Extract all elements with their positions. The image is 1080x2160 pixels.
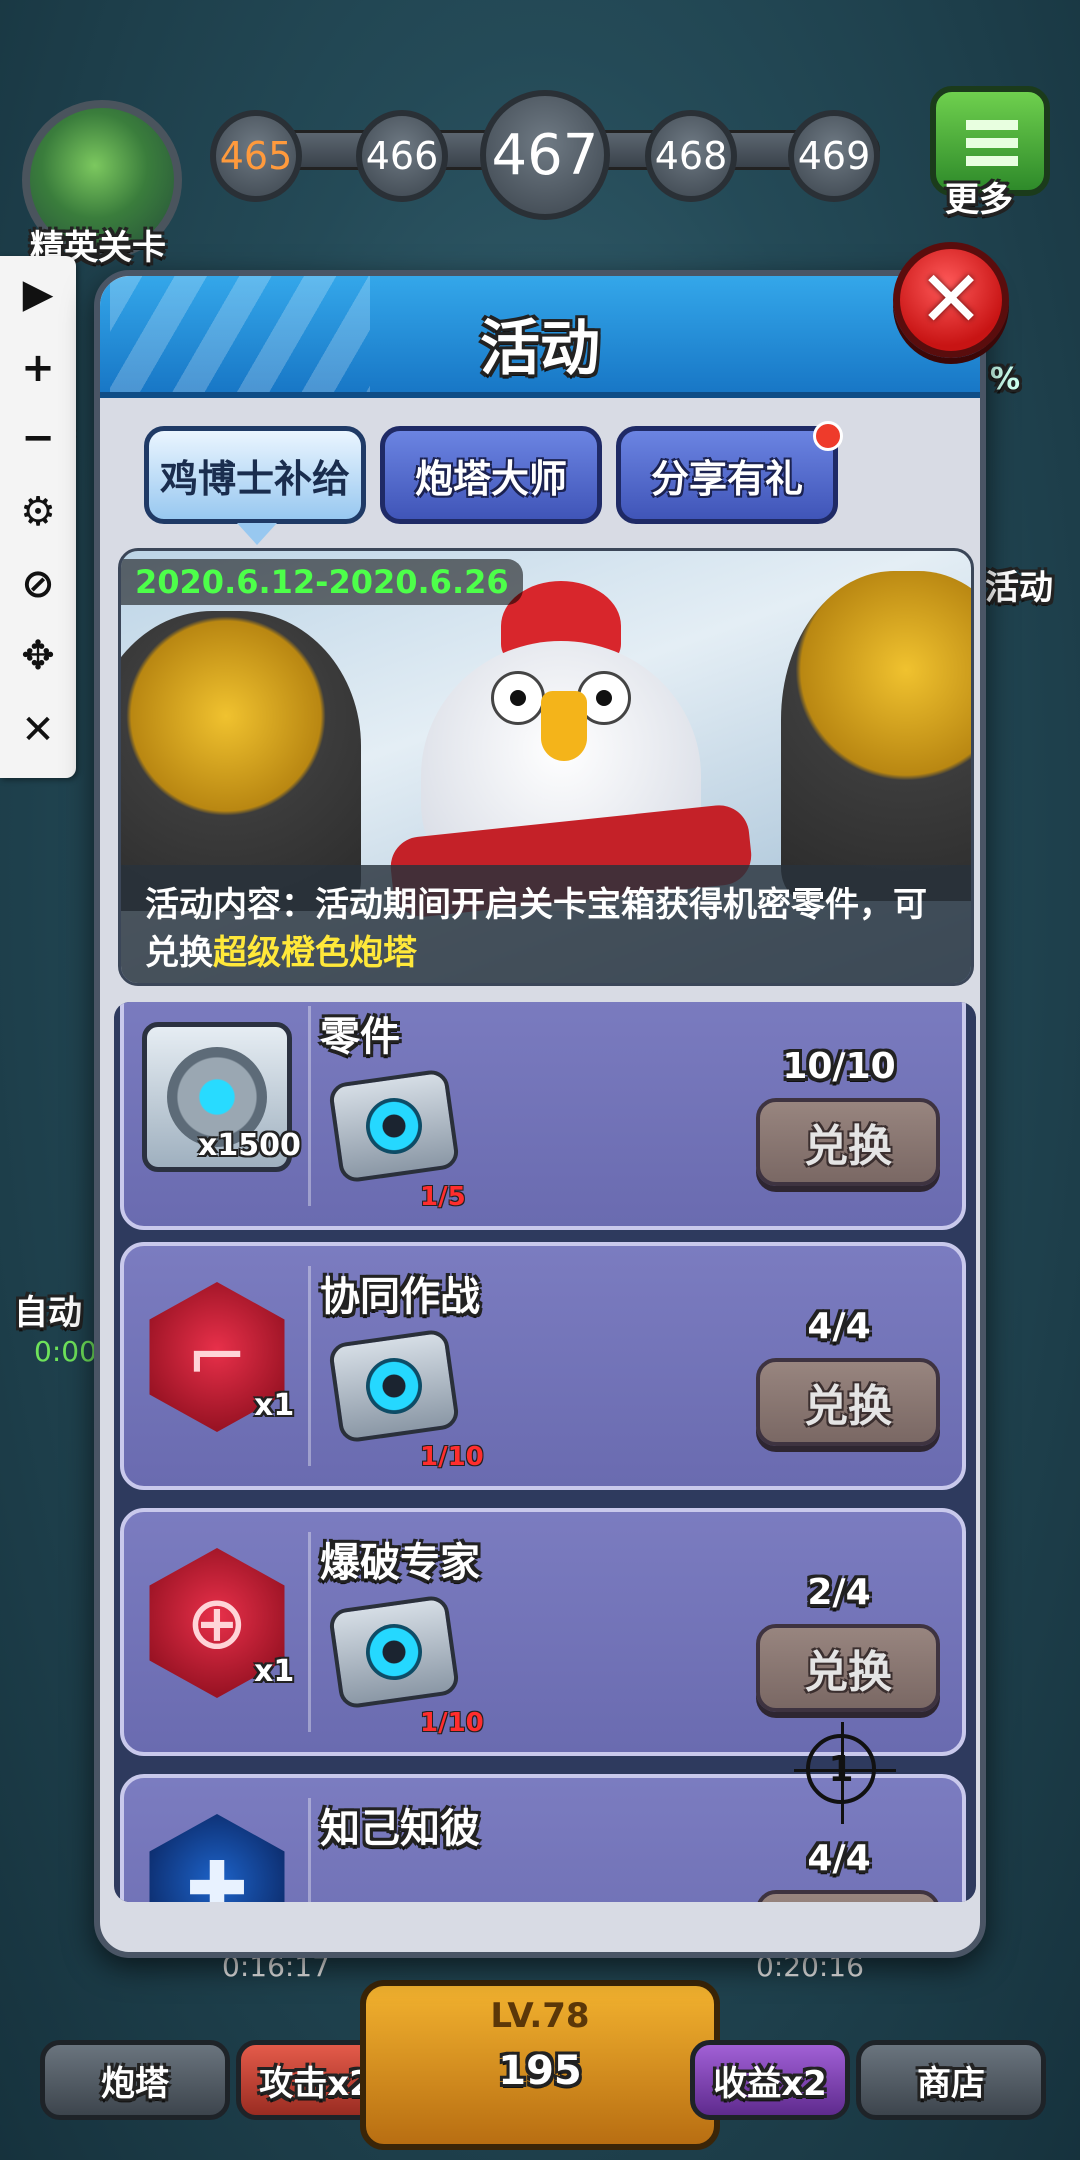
part-cost: 1/10 [420, 1442, 484, 1472]
radiation-icon [362, 1620, 426, 1684]
gear-icon[interactable]: ⚙ [0, 482, 76, 542]
reward-card: ⌐ x1 协同作战 1/10 4/4 兑换 [120, 1242, 966, 1490]
reward-card: x1500 零件 1/5 10/10 兑换 [120, 1002, 966, 1230]
coin-count: 195 [498, 2048, 582, 2094]
move-icon[interactable]: ✥ [0, 626, 76, 686]
dialog-title: 活动 [480, 314, 600, 384]
event-banner: 2020.6.12-2020.6.26 活动内容：活动期间开启关卡宝箱获得机密零… [118, 548, 974, 986]
close-dialog-button[interactable]: ✕ [893, 242, 1009, 358]
crosshair-icon: 1 [794, 1722, 896, 1824]
close-icon[interactable]: ✕ [0, 700, 76, 760]
exchange-limit: 2/4 [807, 1572, 871, 1613]
radiation-icon [362, 1354, 426, 1418]
activity-dialog: 活动 鸡博士补给 炮塔大师 分享有礼 2020.6.12-2020.6.26 活… [94, 270, 986, 1958]
reward-name: 协同作战 [320, 1274, 480, 1320]
card-divider [308, 1798, 311, 1902]
plus-icon[interactable]: + [0, 338, 76, 398]
secret-part-icon [327, 1594, 461, 1710]
level-node: 469 [788, 110, 880, 202]
level-node: 466 [356, 110, 448, 202]
event-reward-highlight: 超级橙色炮塔 [213, 933, 417, 973]
secret-part-icon [327, 1068, 461, 1184]
secret-part-icon [327, 1328, 461, 1444]
tab-turret-master[interactable]: 炮塔大师 [380, 426, 602, 524]
dialog-header: 活动 [100, 276, 980, 398]
auto-timer: 0:00 [34, 1335, 97, 1368]
tab-share-gift[interactable]: 分享有礼 [616, 421, 843, 524]
level-node-past: 465 [210, 110, 302, 202]
eye-off-icon[interactable]: ⊘ [0, 554, 76, 614]
list-icon [966, 120, 1018, 166]
part-cost: 1/5 [420, 1182, 466, 1212]
notification-dot [813, 421, 843, 451]
exchange-button[interactable]: 兑换 [756, 1624, 940, 1712]
level-node: 468 [645, 110, 737, 202]
reward-name: 知己知彼 [320, 1806, 480, 1852]
exchange-limit: 4/4 [807, 1306, 871, 1347]
play-icon[interactable]: ▶ [0, 264, 76, 324]
shop-button[interactable]: 商店 [856, 2040, 1046, 2120]
reward-quantity: x1 [254, 1654, 295, 1689]
reward-name: 零件 [320, 1014, 400, 1060]
floating-toolbar: ▶ + − ⚙ ⊘ ✥ ✕ [0, 256, 76, 778]
top-hud: 精英关卡 465 466 467 468 469 更多 [0, 80, 1080, 268]
chicken-eye [491, 671, 545, 725]
card-divider [308, 1006, 311, 1206]
event-date: 2020.6.12-2020.6.26 [121, 559, 523, 605]
reward-card: ⊕ x1 爆破专家 1/10 2/4 兑换 [120, 1508, 966, 1756]
reward-quantity: x1500 [198, 1128, 301, 1163]
more-label: 更多 [945, 180, 1013, 220]
current-level-node: 467 [480, 90, 610, 220]
income-boost-button[interactable]: 收益x2 [690, 2040, 850, 2120]
minus-icon[interactable]: − [0, 408, 76, 468]
shield-cross-icon: ✚ [149, 1814, 285, 1902]
event-description: 活动内容：活动期间开启关卡宝箱获得机密零件，可兑换超级橙色炮塔 [121, 865, 971, 983]
chicken-beak [541, 691, 587, 761]
card-divider [308, 1266, 311, 1466]
player-level: LV.78 [490, 1996, 590, 2036]
exchange-limit: 4/4 [807, 1838, 871, 1879]
auto-side-label[interactable]: 自动 [14, 1285, 82, 1334]
radiation-icon [362, 1094, 426, 1158]
exchange-button[interactable]: 兑换 [756, 1358, 940, 1446]
tab-dr-chicken-supply[interactable]: 鸡博士补给 [144, 426, 366, 545]
reward-name: 爆破专家 [320, 1540, 480, 1586]
robot-illustration [781, 571, 971, 901]
part-cost: 1/10 [420, 1708, 484, 1738]
tab-share-gift-label: 分享有礼 [650, 456, 803, 501]
turret-button[interactable]: 炮塔 [40, 2040, 230, 2120]
exchange-button[interactable]: 兑换 [756, 1098, 940, 1186]
exchange-limit: 10/10 [782, 1046, 896, 1087]
tab-bar: 鸡博士补给 炮塔大师 分享有礼 [144, 421, 944, 545]
side-percent: % [990, 362, 1021, 397]
events-side-label[interactable]: 活动 [985, 560, 1053, 609]
reward-quantity: x1 [254, 1388, 295, 1423]
player-level-panel: LV.78 195 [360, 1980, 720, 2150]
exchange-button[interactable]: 兑换 [756, 1890, 940, 1902]
card-divider [308, 1532, 311, 1732]
